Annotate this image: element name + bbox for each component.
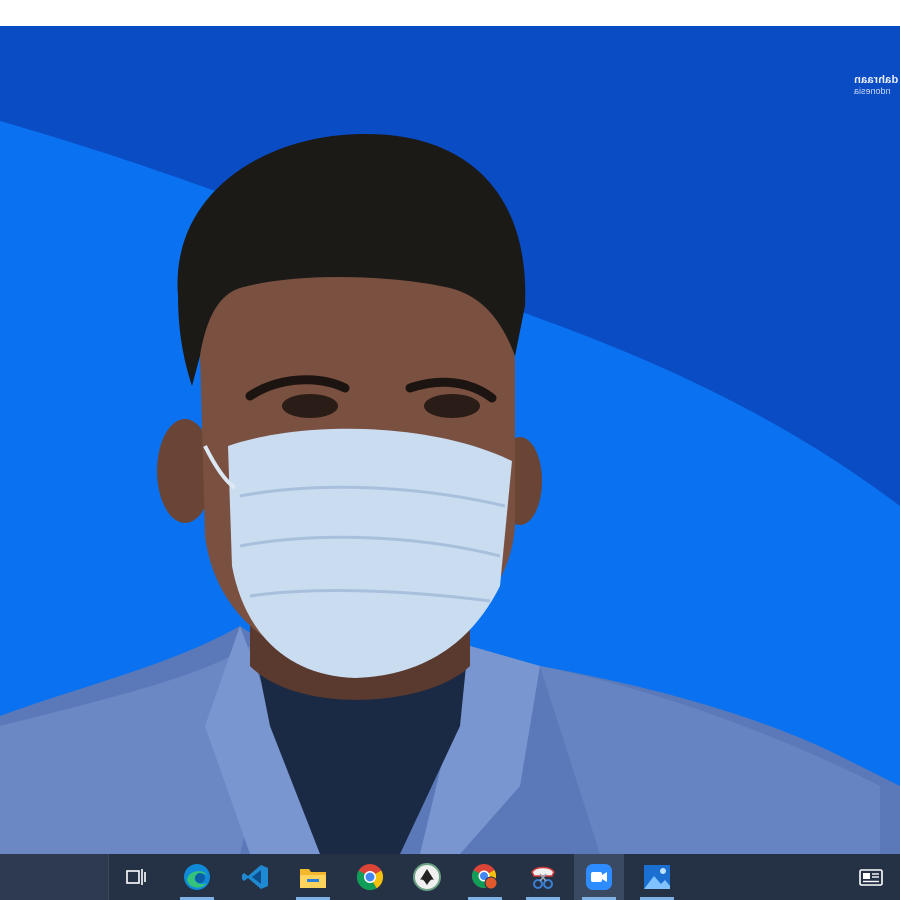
photos-icon[interactable] — [632, 854, 682, 900]
snipping-tool-icon[interactable] — [518, 854, 568, 900]
participant-person — [0, 133, 900, 854]
vscode-icon[interactable] — [230, 854, 280, 900]
zoom-icon[interactable] — [574, 854, 624, 900]
news-icon[interactable] — [856, 854, 886, 900]
video-feed: dahraan ndonesia — [0, 26, 900, 854]
task-view-icon[interactable] — [112, 854, 162, 900]
chrome-icon[interactable] — [345, 854, 395, 900]
windows-taskbar — [0, 854, 900, 900]
chrome-badge-icon[interactable] — [460, 854, 510, 900]
file-explorer-icon[interactable] — [288, 854, 338, 900]
taskbar-search-area[interactable] — [0, 854, 109, 900]
edge-icon[interactable] — [172, 854, 222, 900]
inkscape-icon[interactable] — [402, 854, 452, 900]
